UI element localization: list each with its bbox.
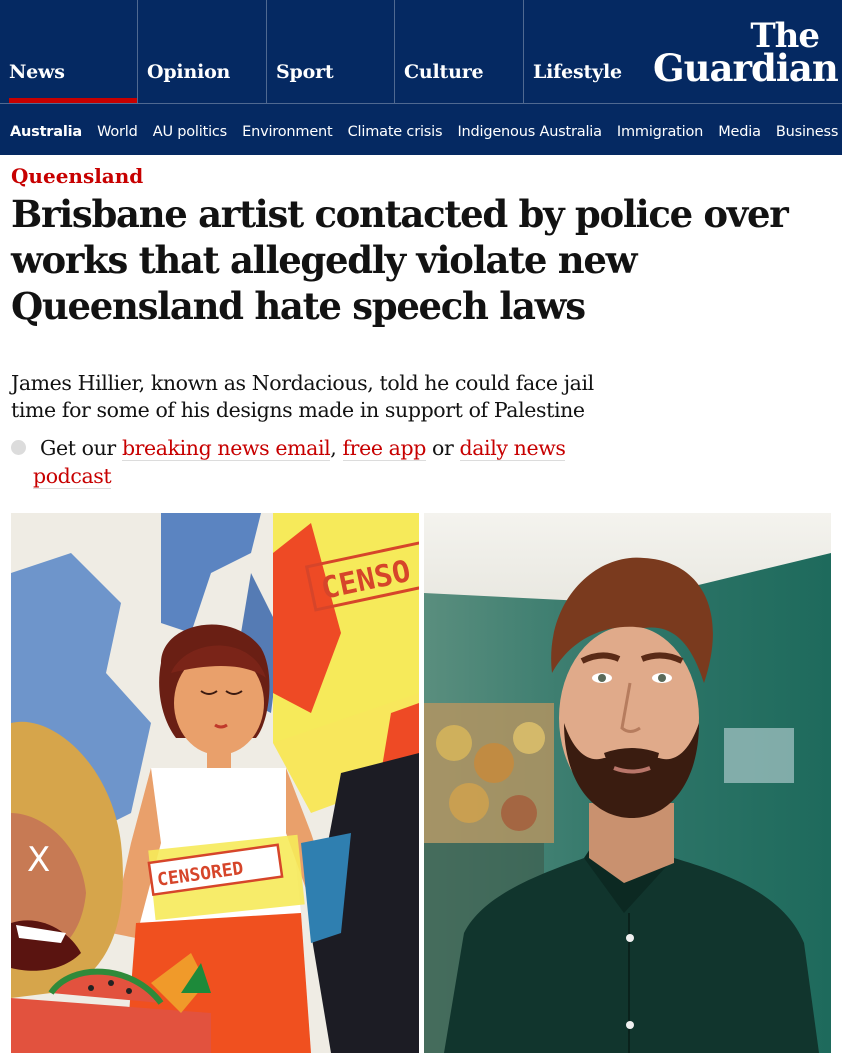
article-headline: Brisbane artist contacted by police over… [11, 192, 789, 328]
cta-separator: , [330, 436, 343, 460]
newsletter-cta: Get our breaking news email, free app or… [11, 434, 631, 490]
pillar-label: News [9, 61, 65, 83]
pillar-culture[interactable]: Culture [394, 0, 524, 103]
portrait-illustration [424, 513, 831, 1053]
pillar-label: Lifestyle [533, 61, 622, 83]
daily-news-podcast-link[interactable]: daily news [459, 436, 566, 461]
subnav-item-indigenous-australia[interactable]: Indigenous Australia [457, 124, 602, 140]
artwork-image: CENSO CENSORED X [11, 513, 419, 1053]
pillar-sport[interactable]: Sport [266, 0, 395, 103]
article-standfirst: James Hillier, known as Nordacious, told… [11, 371, 594, 422]
pillar-label: Culture [404, 61, 484, 83]
subnav-item-immigration[interactable]: Immigration [617, 124, 703, 140]
subnav-item-world[interactable]: World [97, 124, 138, 140]
subnav-item-climate-crisis[interactable]: Climate crisis [348, 124, 443, 140]
guardian-logo[interactable]: The Guardian [653, 19, 839, 90]
logo-line-2: Guardian [653, 46, 839, 90]
cta-indent [11, 464, 33, 488]
free-app-link[interactable]: free app [342, 436, 426, 461]
artwork-illustration: CENSO CENSORED X [11, 513, 419, 1053]
masthead: News Opinion Sport Culture Lifestyle The… [0, 0, 842, 103]
subnav-item-environment[interactable]: Environment [242, 124, 333, 140]
section-kicker[interactable]: Queensland [11, 164, 143, 188]
pillar-label: Opinion [147, 61, 231, 83]
pillar-label: Sport [276, 61, 334, 83]
subnav-item-au-politics[interactable]: AU politics [153, 124, 228, 140]
pillar-nav: News Opinion Sport Culture Lifestyle [0, 0, 640, 103]
breaking-news-email-link[interactable]: breaking news email [121, 436, 331, 461]
section-subnav: Australia World AU politics Environment … [0, 103, 842, 155]
bullet-icon [11, 440, 26, 455]
cta-separator: or [425, 436, 460, 460]
pillar-opinion[interactable]: Opinion [137, 0, 266, 103]
daily-news-podcast-link-continued[interactable]: podcast [33, 464, 112, 489]
x-mark-text: X [27, 840, 50, 880]
cta-prefix: Get our [40, 436, 122, 460]
subnav-item-business[interactable]: Business [776, 124, 839, 140]
subnav-item-australia[interactable]: Australia [10, 124, 82, 140]
pillar-lifestyle[interactable]: Lifestyle [523, 0, 634, 103]
subnav-item-media[interactable]: Media [718, 124, 761, 140]
artist-portrait-photo [424, 513, 831, 1053]
x-mark: X [27, 840, 50, 880]
pillar-news[interactable]: News [0, 0, 137, 103]
